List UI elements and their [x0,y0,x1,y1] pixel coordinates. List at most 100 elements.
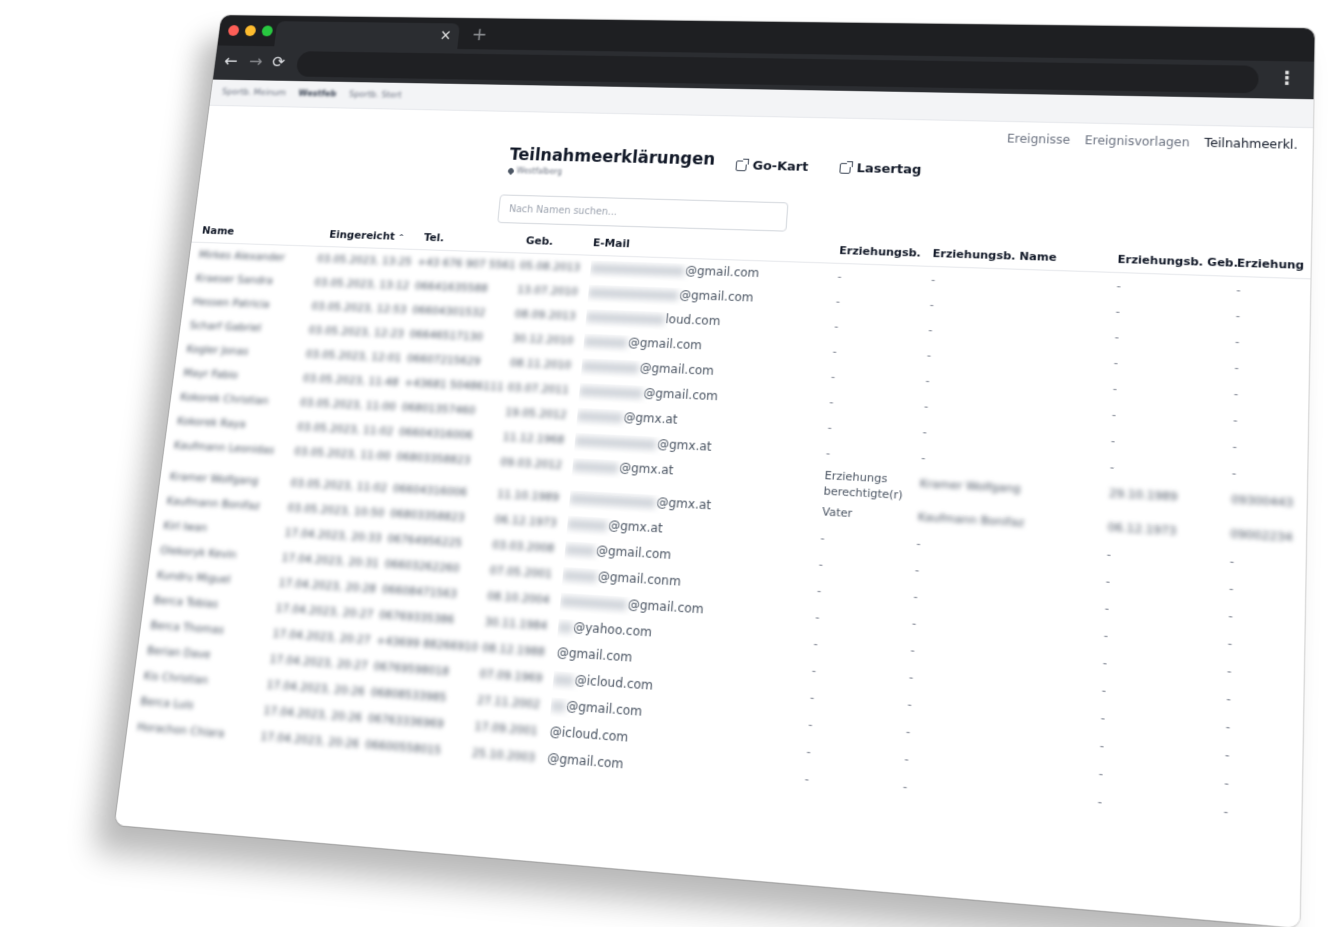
cell-name: Horachon Chiara [136,720,225,740]
cell-name: Kundru Miguel [156,568,231,586]
column-header-submitted[interactable]: Eingereicht ^ [329,228,405,243]
nav-item-teilnahmeerklaerungen[interactable]: Teilnahmeerkl. [1204,136,1298,152]
browser-tab[interactable]: × [274,21,460,49]
top-navigation: Ereignisse Ereignisvorlagen Teilnahmeerk… [1007,132,1298,152]
nav-item-ereignisse[interactable]: Ereignisse [1007,132,1071,147]
close-window-button[interactable] [228,25,240,36]
column-header-guardian-name[interactable]: Erziehungsb. Name [932,247,1057,264]
browser-menu-icon[interactable]: ⋮ [1277,69,1297,89]
email-domain: @gmail.com [556,645,633,665]
cell-birth: 27.11.2002 [476,693,540,711]
cell-guardian: - [817,584,822,598]
cell-phone: 06808533985 [370,685,447,704]
email-domain: @gmail.com [679,288,754,304]
tab-close-icon[interactable]: × [439,27,452,44]
cell-guardian: - [813,637,818,651]
screenshot-stage: × + ← → ⟳ ⋮ Sportb. Meinum Westfeb Sport… [0,0,1343,902]
cell-guardian-name: - [921,451,926,465]
redacted-email-mask [581,361,639,373]
page-header: Teilnahmeerklärungen Westfalberg [508,146,716,180]
redacted-email-mask [558,621,573,632]
cell-guardian-birth: - [1107,547,1112,561]
cell-name: Kramer Wolfgang [169,470,259,488]
cell-guardian-tel: - [1228,636,1233,651]
cell-guardian-tel: - [1225,747,1230,762]
event-link-lasertag[interactable]: Lasertag [839,161,922,178]
email-domain: @gmx.at [623,410,678,427]
nav-item-ereignisvorlagen[interactable]: Ereignisvorlagen [1084,133,1190,149]
cell-guardian-birth: - [1110,460,1115,474]
cell-guardian-tel: 09300443 [1231,493,1293,510]
cell-name: Scharf Gabriel [189,319,262,334]
cell-name: Berca Thomas [150,619,225,637]
email-domain: @gmx.at [619,460,674,477]
column-header-name[interactable]: Name [201,224,235,237]
email-domain: @icloud.com [549,724,629,745]
cell-submitted: 03.05.2023, 13:25 [317,252,413,268]
column-header-birth[interactable]: Geb. [525,234,553,247]
cell-guardian: - [834,320,839,333]
minimize-window-button[interactable] [244,25,256,36]
cell-submitted: 03.05.2023, 12:23 [308,324,404,340]
cell-name: Hessen Patricia [192,295,270,310]
cell-name: Berca Luis [140,695,195,712]
email-domain: @gmail.com [547,751,624,772]
cell-guardian-birth: - [1098,766,1103,781]
bookmark-item[interactable]: Westfeb [298,89,337,99]
cell-guardian-birth: - [1106,574,1111,588]
cell-guardian-tel: - [1230,554,1235,568]
bookmark-item[interactable]: Sportb. Stert [348,90,402,100]
cell-guardian-tel: - [1232,466,1237,480]
cell-guardian: - [827,421,832,434]
back-arrow-icon[interactable]: ← [223,52,239,72]
cell-guardian-name: - [925,374,930,387]
redacted-email-mask [572,461,618,473]
cell-guardian: - [811,663,816,677]
maximize-window-button[interactable] [261,25,273,36]
cell-phone: +43 676 907 5561 [417,256,516,272]
cell-guardian-name: - [922,425,927,439]
cell-guardian: - [815,610,820,624]
cell-guardian-birth: - [1112,408,1117,422]
cell-name: Kirl Iwan [163,519,208,534]
forward-arrow-icon[interactable]: → [248,52,264,72]
cell-guardian-birth: - [1099,738,1104,753]
cell-phone: 06604316006 [398,425,473,442]
redacted-email-mask [588,287,679,300]
event-link-go-kart[interactable]: Go-Kart [735,159,808,175]
column-header-phone[interactable]: Tel. [423,231,444,244]
redacted-email-mask [567,518,608,530]
reload-icon[interactable]: ⟳ [271,53,286,73]
cell-phone: 06769598018 [373,660,450,679]
cell-guardian-birth: - [1102,683,1107,698]
cell-birth: 11.10.1989 [497,488,560,505]
cell-guardian-name: - [915,563,920,577]
cell-submitted: 03.05.2023, 11:02 [297,420,394,437]
cell-guardian: - [818,557,823,571]
column-header-guardian-birth[interactable]: Erziehungsb. Geb. [1117,253,1238,270]
new-tab-button[interactable]: + [471,24,489,44]
cell-guardian-name: - [912,616,917,630]
redacted-email-mask [560,595,627,610]
cell-guardian-birth: - [1111,434,1116,448]
bookmark-item[interactable]: Sportb. Meinum [221,88,286,98]
cell-guardian-tel: - [1223,804,1228,819]
cell-guardian-birth: - [1114,356,1119,370]
cell-guardian-name: - [929,298,934,311]
cell-guardian-name: - [904,752,909,767]
cell-birth: 06.12.1973 [494,513,557,530]
cell-name: Olekoryk Kevin [159,544,237,562]
column-header-email[interactable]: E-Mail [592,236,630,250]
cell-guardian-tel: - [1226,691,1231,706]
cell-guardian: Erziehungs berechtigte(r) [823,468,918,504]
cell-guardian: - [810,690,815,704]
email-domain: @gmail.com [566,699,643,719]
column-header-guardian-tel[interactable]: Erziehung [1237,257,1304,272]
cell-guardian-birth: 06.12.1973 [1108,520,1177,538]
redacted-email-mask [553,674,574,686]
cell-guardian-name: - [903,779,908,794]
column-header-guardian[interactable]: Erziehungsb. [839,244,921,259]
cell-name: Kaufmann Leonidas [173,439,275,457]
redacted-email-mask [562,570,597,582]
map-pin-icon [507,167,515,175]
